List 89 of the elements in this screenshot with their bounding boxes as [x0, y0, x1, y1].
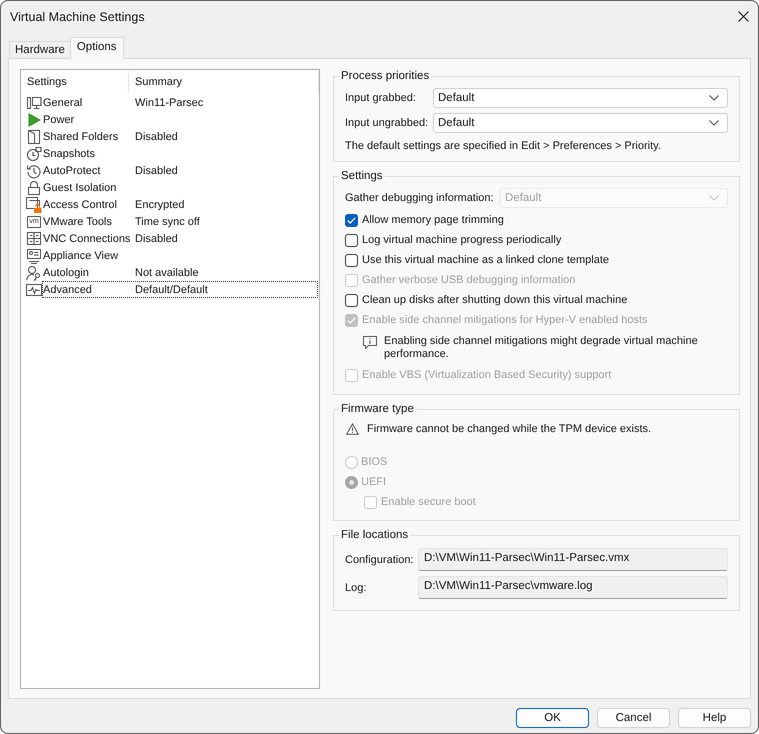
- list-row[interactable]: Power: [42, 111, 318, 128]
- warning-icon: [346, 423, 359, 435]
- checkmark-icon: [347, 316, 356, 324]
- chevron-down-icon: [709, 95, 719, 101]
- close-icon[interactable]: [738, 11, 749, 22]
- list-row[interactable]: VNC Connections Disabled: [42, 230, 318, 247]
- list-row[interactable]: Snapshots: [42, 145, 318, 162]
- user-key-icon: [26, 264, 42, 280]
- field-label: Gather debugging information:: [345, 192, 495, 204]
- list-row[interactable]: Guest Isolation: [42, 179, 318, 196]
- group-title: File locations: [340, 528, 410, 542]
- radio-label: BIOS: [361, 456, 388, 468]
- checkbox-label: Allow memory page trimming: [362, 214, 504, 226]
- monitor-icon: [26, 248, 42, 264]
- checkbox-label: Enable VBS (Virtualization Based Security) support: [362, 369, 612, 381]
- column-header[interactable]: Summary: [129, 71, 319, 93]
- field-label: Input grabbed:: [345, 92, 417, 104]
- computer-icon: [26, 94, 42, 110]
- list-row[interactable]: Appliance View: [42, 247, 318, 264]
- window-title: Virtual Machine Settings: [10, 10, 145, 24]
- dropdown[interactable]: Default: [433, 88, 728, 108]
- info-icon: [363, 336, 377, 349]
- setting-name: Guest Isolation: [43, 182, 118, 194]
- field-label: Log:: [345, 582, 368, 594]
- tab[interactable]: Options: [70, 37, 124, 59]
- note-text: The default settings are specified in Edit > Preferences > Priority.: [345, 139, 662, 153]
- pulse-icon: [26, 282, 42, 298]
- dialog-button[interactable]: Help: [678, 708, 751, 728]
- list-row[interactable]: Autologin Not available: [42, 264, 318, 281]
- setting-name: VNC Connections: [43, 232, 132, 244]
- checkbox-label: Clean up disks after shutting down this virtual machine: [362, 294, 628, 306]
- field-label: Input ungrabbed:: [345, 117, 430, 129]
- setting-summary: Not available: [135, 266, 199, 278]
- checkbox-label: Gather verbose USB debugging information: [362, 274, 576, 286]
- list-row[interactable]: General Win11-Parsec: [42, 94, 318, 111]
- setting-name: Shared Folders: [43, 130, 120, 142]
- list-row[interactable]: AutoProtect Disabled: [42, 162, 318, 179]
- list-row[interactable]: VMware Tools Time sync off: [42, 213, 318, 230]
- radio-label: UEFI: [361, 476, 386, 488]
- window-lock-icon: [26, 196, 42, 212]
- play-icon: [26, 112, 42, 128]
- chevron-down-icon: [709, 120, 719, 126]
- setting-summary: Default/Default: [135, 284, 208, 296]
- setting-name: Snapshots: [43, 148, 96, 160]
- dialog-button[interactable]: Cancel: [597, 708, 670, 728]
- text-field[interactable]: D:\VM\Win11-Parsec\Win11-Parsec.vmx: [418, 548, 728, 571]
- checkbox[interactable]: [345, 214, 358, 226]
- setting-summary: Disabled: [135, 232, 178, 244]
- setting-summary: Disabled: [135, 164, 178, 176]
- list-row[interactable]: Advanced Default/Default: [42, 281, 318, 298]
- setting-name: Advanced: [43, 284, 93, 296]
- history-icon: [26, 162, 42, 178]
- list-row[interactable]: Shared Folders Disabled: [42, 128, 318, 145]
- setting-name: VMware Tools: [43, 216, 113, 228]
- tab[interactable]: Hardware: [9, 41, 71, 58]
- checkbox[interactable]: [345, 294, 358, 306]
- checkbox-label: Log virtual machine progress periodically: [362, 234, 562, 246]
- checkbox[interactable]: [345, 254, 358, 266]
- group-title: Firmware type: [340, 402, 415, 416]
- setting-name: Access Control: [43, 198, 118, 210]
- dialog-button[interactable]: OK: [516, 708, 589, 728]
- setting-name: Appliance View: [43, 250, 120, 262]
- setting-summary: Win11-Parsec: [135, 96, 204, 108]
- setting-summary: Encrypted: [135, 198, 185, 210]
- field-label: Configuration:: [345, 554, 414, 566]
- group-title: Process priorities: [340, 69, 430, 83]
- checkbox[interactable]: [345, 234, 358, 246]
- checkbox-label: Enable side channel mitigations for Hyper-V enabled hosts: [362, 314, 648, 326]
- network-icon: [26, 230, 42, 246]
- info-text: Enabling side channel mitigations might degrade virtual machine performance.: [384, 335, 699, 361]
- setting-name: Autologin: [43, 266, 90, 278]
- setting-summary: Time sync off: [135, 216, 200, 228]
- warning-text: Firmware cannot be changed while the TPM device exists.: [367, 423, 652, 435]
- chevron-down-icon: [709, 195, 719, 201]
- setting-summary: Disabled: [135, 130, 178, 142]
- list-row[interactable]: Access Control Encrypted: [42, 196, 318, 213]
- group-title: Settings: [340, 169, 384, 183]
- lock-icon: [26, 180, 42, 196]
- checkbox-label: Use this virtual machine as a linked clone template: [362, 254, 610, 266]
- clock-icon: [26, 146, 42, 162]
- setting-name: General: [43, 96, 84, 108]
- dropdown[interactable]: Default: [433, 113, 728, 133]
- text-field[interactable]: D:\VM\Win11-Parsec\vmware.log: [418, 576, 728, 599]
- checkmark-icon: [347, 216, 356, 224]
- column-header[interactable]: Settings: [21, 71, 129, 93]
- setting-name: Power: [43, 114, 76, 126]
- folder-icon: [26, 128, 42, 144]
- checkbox-label: Enable secure boot: [381, 496, 476, 508]
- setting-name: AutoProtect: [43, 164, 102, 176]
